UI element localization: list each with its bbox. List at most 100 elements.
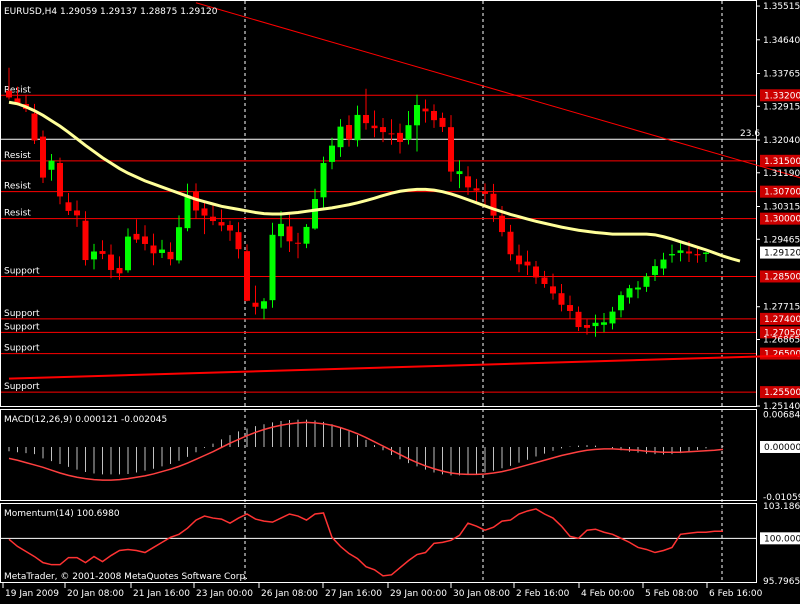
bull-candle: [669, 254, 675, 256]
level-label: Resist: [4, 182, 31, 192]
bear-candle: [371, 125, 378, 129]
bear-candle: [584, 325, 590, 328]
bear-candle: [465, 176, 471, 188]
bear-candle: [235, 232, 242, 250]
bull-candle: [635, 287, 641, 290]
bull-candle: [337, 126, 344, 148]
bull-candle: [303, 226, 310, 244]
bear-candle: [227, 225, 233, 231]
time-tick-label: 20 Jan 08:00: [67, 589, 124, 599]
copyright-text: MetaTrader, © 2001-2008 MetaQuotes Softw…: [4, 572, 248, 582]
bear-candle: [133, 233, 140, 240]
bear-candle: [507, 231, 514, 255]
price-tick-label: 1.31190: [763, 169, 800, 179]
bear-candle: [567, 305, 573, 311]
bear-candle: [167, 251, 174, 260]
level-price-tag-text: 1.27400: [764, 315, 800, 325]
time-tick-label: 19 Jan 2009: [5, 589, 59, 599]
bull-candle: [652, 266, 658, 275]
level-label: Support: [4, 382, 40, 392]
bear-candle: [210, 216, 216, 222]
bear-candle: [541, 277, 548, 284]
price-tick-label: 1.30315: [763, 203, 800, 213]
bear-candle: [363, 114, 369, 124]
time-tick-label: 4 Feb 00:00: [581, 589, 635, 599]
bear-candle: [286, 226, 293, 242]
time-tick-label: 6 Feb 16:00: [709, 589, 763, 599]
time-tick-label: 26 Jan 08:00: [261, 589, 318, 599]
bull-candle: [601, 322, 607, 325]
bull-candle: [176, 227, 182, 261]
bear-candle: [150, 245, 157, 254]
level-price-tag-text: 1.30000: [764, 215, 800, 225]
bear-candle: [57, 162, 63, 197]
chart-background: [0, 0, 800, 600]
bear-candle: [40, 136, 46, 178]
bear-candle: [74, 210, 80, 216]
chart-canvas[interactable]: Resist1.33200Resist1.31500Resist1.30700R…: [0, 0, 800, 600]
level-label: Support: [4, 266, 40, 276]
bull-candle: [354, 114, 361, 141]
bull-candle: [456, 171, 463, 175]
bear-candle: [558, 293, 565, 305]
bear-candle: [490, 193, 497, 216]
bull-candle: [626, 288, 633, 298]
current-price-tag-text: 1.29120: [764, 249, 800, 259]
bear-candle: [31, 113, 38, 141]
price-tick-label: 1.33765: [763, 70, 800, 80]
level-price-tag-text: 1.30700: [764, 188, 800, 198]
momentum-title: Momentum(14) 100.6980: [4, 509, 120, 519]
level-label: Support: [4, 322, 40, 332]
bull-candle: [592, 322, 599, 327]
momentum-tick-label: 103.1869: [763, 502, 800, 512]
bull-candle: [405, 125, 412, 140]
bull-candle: [91, 251, 97, 260]
level-label: Resist: [4, 209, 31, 219]
bear-candle: [116, 267, 123, 274]
bear-candle: [142, 236, 148, 244]
level-label: Support: [4, 309, 40, 319]
bear-candle: [380, 127, 386, 133]
price-tick-label: 1.29465: [763, 235, 800, 245]
bear-candle: [516, 255, 522, 265]
time-tick-label: 30 Jan 08:00: [453, 589, 510, 599]
bear-candle: [686, 251, 692, 254]
level-price-tag-text: 1.28500: [764, 272, 800, 282]
bear-candle: [431, 110, 437, 121]
price-panel-title: EURUSD,H4 1.29059 1.29137 1.28875 1.2912…: [4, 7, 218, 17]
bear-candle: [244, 251, 250, 301]
bear-candle: [218, 222, 225, 226]
price-tick-label: 1.35515: [763, 2, 800, 12]
bear-candle: [499, 215, 505, 233]
momentum-tick-label: 100.0000: [764, 534, 800, 544]
time-tick-label: 2 Feb 16:00: [516, 589, 570, 599]
bull-candle: [329, 145, 335, 162]
price-tick-label: 1.26865: [763, 336, 800, 346]
bear-candle: [388, 133, 395, 135]
bear-candle: [201, 208, 208, 216]
bull-candle: [125, 236, 131, 271]
level-price-tag-text: 1.33200: [764, 91, 800, 101]
bull-candle: [269, 234, 276, 301]
bear-candle: [65, 202, 72, 211]
bear-candle: [82, 220, 89, 261]
bear-candle: [108, 254, 114, 270]
bull-candle: [643, 276, 650, 287]
bear-candle: [422, 108, 429, 112]
metatrader-chart-window[interactable]: Resist 1.33200 Resist 1.31500 Resist 1.30700 R…: [0, 0, 800, 600]
bull-candle: [609, 311, 616, 324]
bull-candle: [261, 301, 267, 309]
level-price-tag-text: 1.25500: [764, 388, 800, 398]
momentum-tick-label: 95.7965: [763, 577, 800, 587]
level-label: Support: [4, 344, 40, 354]
bear-candle: [694, 254, 701, 256]
time-tick-label: 5 Feb 08:00: [645, 589, 699, 599]
price-tick-label: 1.34640: [763, 36, 800, 46]
bear-candle: [473, 188, 480, 191]
bull-candle: [312, 199, 318, 229]
bear-candle: [99, 251, 106, 254]
time-tick-label: 21 Jan 16:00: [133, 589, 190, 599]
bull-candle: [414, 105, 420, 126]
bear-candle: [295, 242, 301, 244]
bull-candle: [278, 223, 284, 237]
